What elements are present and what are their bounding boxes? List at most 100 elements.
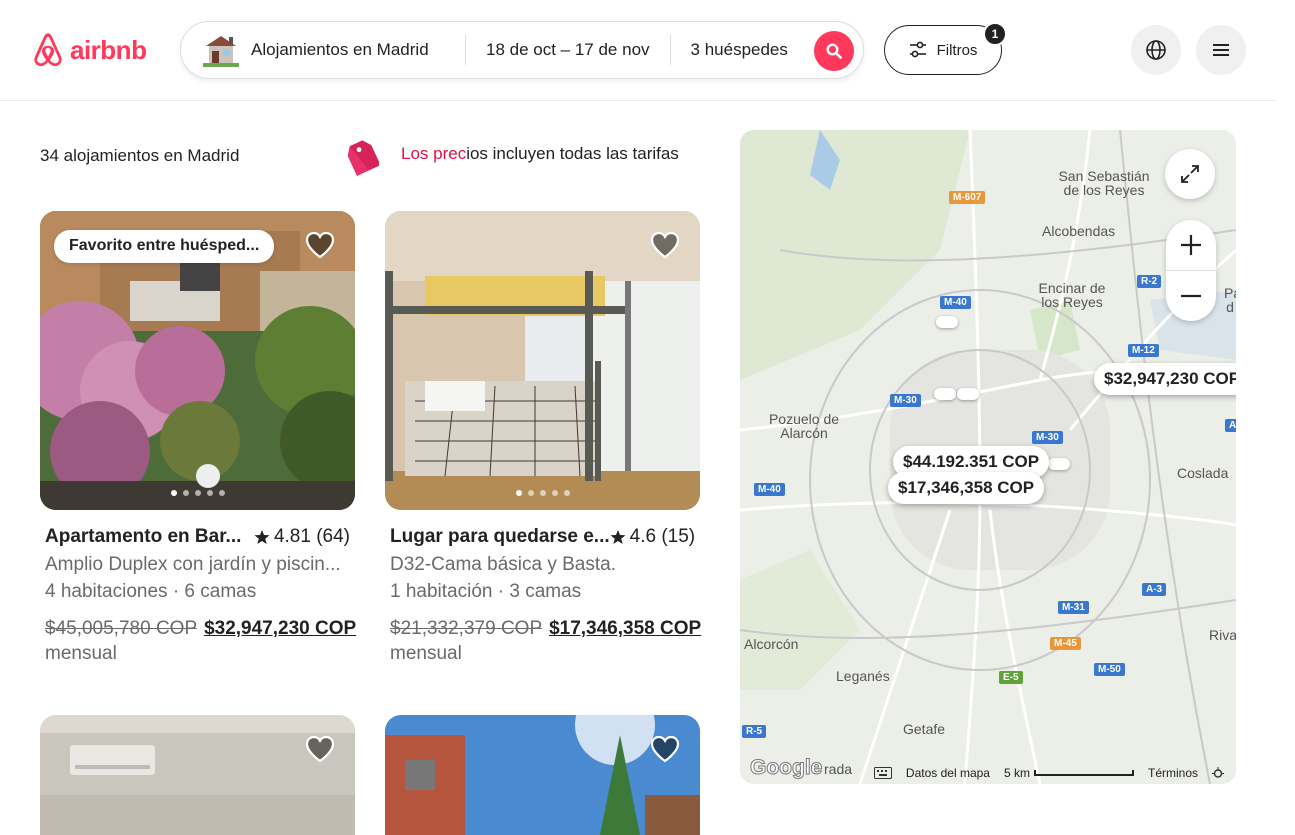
keyboard-icon[interactable] — [873, 767, 892, 779]
header: airbnb Alojamientos en Madrid 18 de oct … — [0, 0, 1276, 101]
map-dot-pin[interactable] — [934, 388, 956, 400]
photo-dot[interactable] — [194, 490, 201, 496]
highway-label: E-5 — [999, 671, 1023, 684]
listing-new-price[interactable]: $17,346,358 COP — [549, 618, 701, 639]
zoom-in-button[interactable] — [1166, 221, 1216, 271]
photo-dot[interactable] — [206, 490, 213, 496]
listing-rooms: 4 habitaciones · 6 camas — [45, 581, 257, 602]
listing-photo[interactable] — [40, 715, 355, 835]
listing-photo[interactable]: Favorito entre huésped... — [40, 211, 355, 510]
listing-description: D32-Cama básica y Basta. — [390, 554, 616, 575]
menu-button[interactable] — [1196, 25, 1246, 75]
minus-icon — [1181, 294, 1201, 297]
listing-rating-text: 4.81 (64) — [273, 526, 350, 547]
zoom-out-button[interactable] — [1166, 271, 1216, 321]
price-note-text: ios incluyen todas las tarifas — [466, 144, 679, 163]
logo-text: airbnb — [70, 34, 147, 65]
highway-label: M-45 — [1050, 637, 1081, 650]
hamburger-icon — [1213, 44, 1229, 56]
guest-favorite-badge: Favorito entre huésped... — [54, 230, 275, 263]
search-guests[interactable]: 3 huéspedes — [671, 22, 806, 78]
map-dot-pin[interactable] — [1048, 458, 1070, 470]
map-scale-bar — [1033, 770, 1134, 776]
heart-icon[interactable] — [650, 735, 680, 763]
photo-dot[interactable] — [527, 490, 534, 496]
highway-label: M-607 — [949, 191, 986, 204]
highway-label: M-50 — [1094, 663, 1125, 676]
place-label: Encinar de los Reyes — [1038, 280, 1106, 310]
highway-label: M-40 — [754, 483, 785, 496]
bug-report-icon[interactable] — [1212, 767, 1224, 779]
listing-card[interactable] — [40, 715, 355, 835]
listing-card[interactable]: Favorito entre huésped... Apartamento en… — [40, 211, 356, 664]
photo-dot[interactable] — [218, 490, 225, 496]
airbnb-logo-icon — [34, 33, 62, 67]
listing-card[interactable]: Lugar para quedarse e... 4.6 (15) D32-Ca… — [385, 211, 701, 664]
listing-title-row: Lugar para quedarse e... 4.6 (15) — [390, 526, 695, 548]
price-note: Los precios incluyen todas las tarifas — [401, 144, 679, 164]
globe-icon — [1146, 40, 1166, 60]
filters-button[interactable]: Filtros 1 — [884, 22, 1007, 75]
highway-label: A — [1225, 419, 1236, 432]
listing-title: Lugar para quedarse e... — [390, 526, 610, 547]
place-label: Coslada — [1177, 465, 1229, 481]
heart-icon[interactable] — [305, 735, 335, 763]
search-location-text: Alojamientos en Madrid — [251, 40, 429, 59]
map[interactable]: M-607 M-40 R-2 M-12 M-30 M-30 A M-40 A-3… — [740, 130, 1236, 784]
place-label: Getafe — [903, 721, 946, 737]
highway-label: M-12 — [1128, 344, 1159, 357]
filters-label: Filtros — [936, 41, 978, 59]
search-location[interactable]: Alojamientos en Madrid — [181, 22, 465, 78]
highway-label: A-3 — [1142, 583, 1167, 596]
listing-period: mensual — [45, 643, 117, 664]
highway-label: M-40 — [940, 296, 971, 309]
listing-period: mensual — [390, 643, 462, 664]
place-label: Alcorcón — [744, 636, 799, 652]
highway-label: M-31 — [1058, 601, 1089, 614]
listing-card[interactable] — [385, 715, 700, 835]
place-label: San Sebastián de los Reyes — [1058, 168, 1150, 198]
photo-dot[interactable] — [551, 490, 558, 496]
filters-count-badge: 1 — [983, 22, 1007, 46]
heart-icon[interactable] — [650, 231, 680, 259]
listing-rating: 4.6 (15) — [610, 526, 695, 548]
terms-link[interactable]: Términos — [1148, 766, 1198, 780]
map-expand-button[interactable] — [1165, 149, 1215, 199]
place-label: Leganés — [836, 668, 890, 684]
expand-icon — [1181, 165, 1199, 183]
search-button[interactable] — [814, 31, 854, 71]
listing-photo[interactable] — [385, 715, 700, 835]
listing-new-price[interactable]: $32,947,230 COP — [204, 618, 356, 639]
map-price-pin[interactable]: $32,947,230 COP — [1094, 363, 1236, 395]
place-label: Rivas — [1209, 627, 1236, 643]
heart-icon[interactable] — [305, 231, 335, 259]
photo-dot[interactable] — [182, 490, 189, 496]
map-price-pin[interactable]: $17,346,358 COP — [888, 472, 1045, 504]
photo-dot[interactable] — [539, 490, 546, 496]
star-icon — [254, 530, 270, 544]
star-icon — [610, 530, 626, 544]
listing-title-row: Apartamento en Bar... 4.81 (64) — [45, 526, 350, 548]
language-button[interactable] — [1131, 25, 1181, 75]
map-footer: Datos del mapa 5 km Términos — [740, 762, 1236, 784]
photo-dots — [170, 490, 225, 496]
highway-label: M-30 — [890, 394, 921, 407]
airbnb-logo[interactable]: airbnb — [30, 30, 147, 70]
map-data-link[interactable]: Datos del mapa — [906, 766, 990, 780]
listing-title: Apartamento en Bar... — [45, 526, 242, 547]
search-dates-text: 18 de oct – 17 de nov — [486, 40, 650, 59]
listing-photo[interactable] — [385, 211, 700, 510]
place-label: Alcobendas — [1042, 223, 1116, 239]
results-count: 34 alojamientos en Madrid — [40, 146, 240, 165]
photo-dot[interactable] — [515, 490, 522, 496]
photo-dot[interactable] — [170, 490, 177, 496]
listing-rooms: 1 habitación · 3 camas — [390, 581, 582, 602]
listing-price: $21,332,379 COP $17,346,358 COP — [390, 618, 701, 640]
search-dates[interactable]: 18 de oct – 17 de nov — [466, 22, 670, 78]
map-scale-label: 5 km — [1003, 766, 1030, 780]
highway-label: M-30 — [1032, 431, 1063, 444]
photo-dot[interactable] — [563, 490, 570, 496]
map-dot-pin[interactable] — [957, 388, 979, 400]
search-bar[interactable]: Alojamientos en Madrid 18 de oct – 17 de… — [180, 21, 864, 79]
map-dot-pin[interactable] — [936, 316, 958, 328]
